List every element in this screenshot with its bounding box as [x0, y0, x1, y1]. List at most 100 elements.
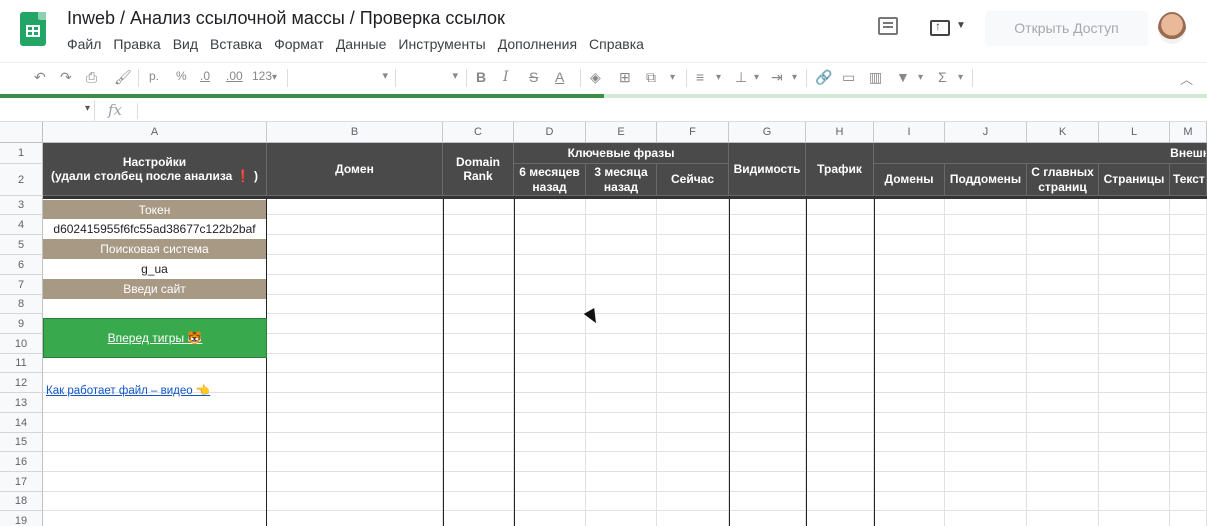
grid-cell[interactable] [657, 433, 729, 452]
grid-cell[interactable] [945, 492, 1027, 511]
grid-cell[interactable] [729, 452, 806, 472]
grid-cell[interactable] [729, 373, 806, 393]
grid-cell[interactable] [806, 393, 874, 413]
header-external[interactable]: Внешн [874, 143, 1207, 164]
grid-cell[interactable] [1027, 215, 1099, 235]
grid-cell[interactable] [1170, 235, 1207, 255]
grid-cell[interactable] [1099, 354, 1170, 373]
grid-cell[interactable] [443, 275, 514, 295]
grid-cell[interactable] [806, 334, 874, 354]
paint-format-icon[interactable]: 🖌 [114, 69, 132, 86]
grid-cell[interactable] [267, 354, 443, 373]
header-now[interactable]: Сейчас [657, 164, 729, 196]
decrease-decimal-button[interactable]: .0 [200, 69, 210, 83]
functions-button[interactable]: Σ [938, 69, 947, 85]
grid-cell[interactable] [267, 215, 443, 235]
grid-cell[interactable] [443, 314, 514, 334]
grid-cell[interactable] [874, 255, 945, 275]
grid-cell[interactable] [443, 373, 514, 393]
grid-cell[interactable] [586, 354, 657, 373]
grid-cell[interactable] [874, 492, 945, 511]
header-visibility[interactable]: Видимость [729, 143, 806, 196]
grid-cell[interactable] [586, 255, 657, 275]
grid-cell[interactable] [729, 275, 806, 295]
row-header-18[interactable]: 18 [0, 492, 43, 511]
menu-data[interactable]: Данные [336, 36, 387, 52]
grid-cell[interactable] [267, 511, 443, 526]
grid-cell[interactable] [945, 215, 1027, 235]
grid-cell[interactable] [657, 334, 729, 354]
grid-cell[interactable] [729, 314, 806, 334]
grid-cell[interactable] [945, 393, 1027, 413]
grid-cell[interactable] [945, 235, 1027, 255]
row-header-12[interactable]: 12 [0, 373, 43, 393]
grid-cell[interactable] [1099, 433, 1170, 452]
row-header-17[interactable]: 17 [0, 472, 43, 492]
column-header-k[interactable]: K [1027, 122, 1099, 143]
header-domain-rank[interactable]: Domain Rank [443, 143, 514, 196]
grid-cell[interactable] [1170, 433, 1207, 452]
grid-cell[interactable] [1170, 215, 1207, 235]
grid-cell[interactable] [1170, 255, 1207, 275]
grid-cell[interactable] [1170, 295, 1207, 314]
column-header-i[interactable]: I [874, 122, 945, 143]
header-subdomains[interactable]: Поддомены [945, 164, 1027, 196]
grid-cell[interactable] [945, 373, 1027, 393]
grid-cell[interactable] [1027, 452, 1099, 472]
insert-link-icon[interactable]: 🔗 [815, 69, 832, 86]
grid-cell[interactable] [1027, 275, 1099, 295]
grid-cell[interactable] [586, 472, 657, 492]
grid-cell[interactable] [1099, 373, 1170, 393]
grid-cell[interactable] [1099, 472, 1170, 492]
row-header-19[interactable]: 19 [0, 511, 43, 526]
grid-cell[interactable] [43, 413, 267, 433]
redo-icon[interactable]: ↷ [60, 69, 72, 86]
filter-icon[interactable]: ▼ [896, 69, 910, 85]
grid-cell[interactable] [586, 511, 657, 526]
grid-cell[interactable] [443, 354, 514, 373]
grid-cell[interactable] [657, 413, 729, 433]
header-from-main-pages[interactable]: С главных страниц [1027, 164, 1099, 196]
grid-cell[interactable] [514, 433, 586, 452]
grid-cell[interactable] [43, 433, 267, 452]
grid-cell[interactable] [945, 275, 1027, 295]
grid-cell[interactable] [729, 413, 806, 433]
row-header-1[interactable]: 1 [0, 143, 43, 164]
grid-cell[interactable] [1027, 255, 1099, 275]
grid-cell[interactable] [267, 413, 443, 433]
grid-cell[interactable] [586, 295, 657, 314]
grid-cell[interactable] [729, 334, 806, 354]
grid-cell[interactable] [1170, 314, 1207, 334]
insert-chart-icon[interactable]: ▥ [869, 69, 882, 86]
grid-cell[interactable] [1099, 413, 1170, 433]
formula-input[interactable] [145, 103, 1195, 119]
grid-cell[interactable] [443, 235, 514, 255]
grid-cell[interactable] [267, 452, 443, 472]
grid-cell[interactable] [945, 452, 1027, 472]
grid-cell[interactable] [514, 354, 586, 373]
document-title[interactable]: Inweb / Анализ ссылочной массы / Проверк… [67, 8, 505, 29]
grid-cell[interactable] [1170, 275, 1207, 295]
grid-cell[interactable] [806, 492, 874, 511]
header-pages[interactable]: Страницы [1099, 164, 1170, 196]
grid-cell[interactable] [874, 452, 945, 472]
grid-cell[interactable] [1099, 393, 1170, 413]
grid-cell[interactable] [806, 235, 874, 255]
grid-cell[interactable] [657, 215, 729, 235]
column-header-m[interactable]: M [1170, 122, 1207, 143]
grid-cell[interactable] [586, 492, 657, 511]
share-button[interactable]: Открыть Доступ [985, 11, 1148, 46]
grid-cell[interactable] [1027, 373, 1099, 393]
grid-cell[interactable] [657, 235, 729, 255]
menu-format[interactable]: Формат [274, 36, 324, 52]
grid-cell[interactable] [443, 511, 514, 526]
grid-cell[interactable] [43, 511, 267, 526]
grid-cell[interactable] [1099, 492, 1170, 511]
row-header-16[interactable]: 16 [0, 452, 43, 472]
grid-cell[interactable] [657, 255, 729, 275]
grid-cell[interactable] [874, 373, 945, 393]
grid-cell[interactable] [1027, 492, 1099, 511]
menu-file[interactable]: Файл [67, 36, 101, 52]
grid-cell[interactable] [945, 511, 1027, 526]
grid-cell[interactable] [1170, 373, 1207, 393]
